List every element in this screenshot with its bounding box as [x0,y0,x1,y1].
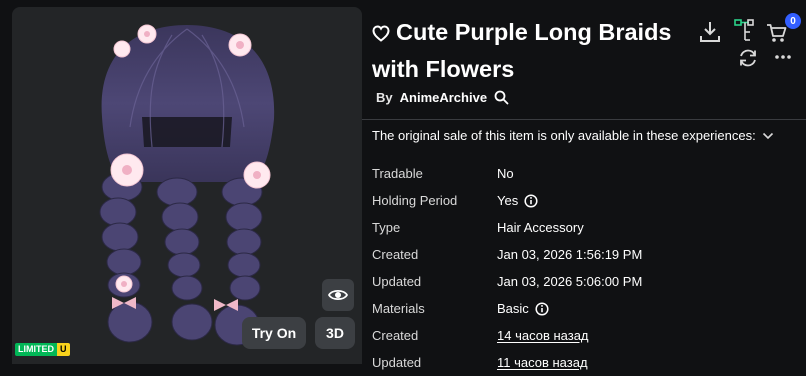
info-icon[interactable] [535,301,549,316]
chevron-down-icon [762,132,773,139]
cart-count-badge: 0 [785,13,801,29]
hair-item-image [99,24,275,346]
detail-key: Materials [372,301,425,316]
detail-row-updated-relative: Updated 11 часов назад [372,349,802,376]
detail-row-materials: Materials Basic [372,295,802,322]
detail-row-created: Created Jan 03, 2026 1:56:19 PM [372,241,802,268]
limited-label: LIMITED [15,343,57,356]
try-on-button[interactable]: Try On [242,317,306,349]
preview-visibility-button[interactable] [322,279,354,311]
detail-value: Hair Accessory [497,214,584,241]
detail-row-type: Type Hair Accessory [372,214,802,241]
detail-value: Basic [497,295,549,322]
detail-key: Updated [372,274,422,289]
item-details-table: Tradable No Holding Period Yes Type Hair… [372,160,802,376]
search-icon[interactable] [494,90,509,105]
detail-row-holding-period: Holding Period Yes [372,187,802,214]
cart-icon[interactable] [766,22,788,44]
detail-key: Type [372,220,401,235]
section-divider [362,119,806,120]
detail-value: Jan 03, 2026 5:06:00 PM [497,268,642,295]
detail-key: Created [372,247,419,262]
hierarchy-icon[interactable] [733,18,755,44]
info-icon[interactable] [524,193,538,208]
eye-icon [328,289,348,301]
detail-row-created-relative: Created 14 часов назад [372,322,802,349]
detail-key: Tradable [372,166,423,181]
item-preview[interactable]: Try On 3D LIMITED U [12,7,362,364]
detail-value-text: Jan 03, 2026 5:06:00 PM [497,274,643,289]
detail-value-text: Jan 03, 2026 1:56:19 PM [497,247,643,262]
detail-value-text: Hair Accessory [497,220,584,235]
detail-row-updated: Updated Jan 03, 2026 5:06:00 PM [372,268,802,295]
creator-name[interactable]: AnimeArchive [400,90,487,105]
detail-value-link[interactable]: 14 часов назад [497,322,589,349]
detail-value-text: No [497,166,514,181]
detail-key: Holding Period [372,193,458,208]
detail-value-text: 14 часов назад [497,328,589,343]
detail-value: Yes [497,187,538,214]
detail-key: Updated [372,355,422,370]
item-title: Cute Purple Long Braids with Flowers [372,19,672,82]
detail-value-link[interactable]: 11 часов назад [497,349,588,376]
sale-experiences-dropdown[interactable]: The original sale of this item is only a… [372,128,774,143]
sale-note-text: The original sale of this item is only a… [372,128,756,143]
creator-line: By AnimeArchive [376,90,509,105]
detail-value-text: 11 часов назад [497,355,588,370]
detail-value: No [497,160,514,187]
heart-outline-icon[interactable] [372,25,390,42]
view-3d-button[interactable]: 3D [315,317,355,349]
detail-value: Jan 03, 2026 1:56:19 PM [497,241,642,268]
limited-badge: LIMITED U [15,343,70,356]
creator-prefix: By [376,90,393,105]
detail-value-text: Basic [497,301,529,316]
detail-value-text: Yes [497,193,519,208]
detail-row-tradable: Tradable No [372,160,802,187]
limited-unique-label: U [57,343,70,356]
more-icon[interactable] [774,54,792,60]
detail-key: Created [372,328,419,343]
refresh-icon[interactable] [737,47,759,69]
download-icon[interactable] [699,20,721,44]
item-title-heading: Cute Purple Long Braids with Flowers [372,14,692,88]
